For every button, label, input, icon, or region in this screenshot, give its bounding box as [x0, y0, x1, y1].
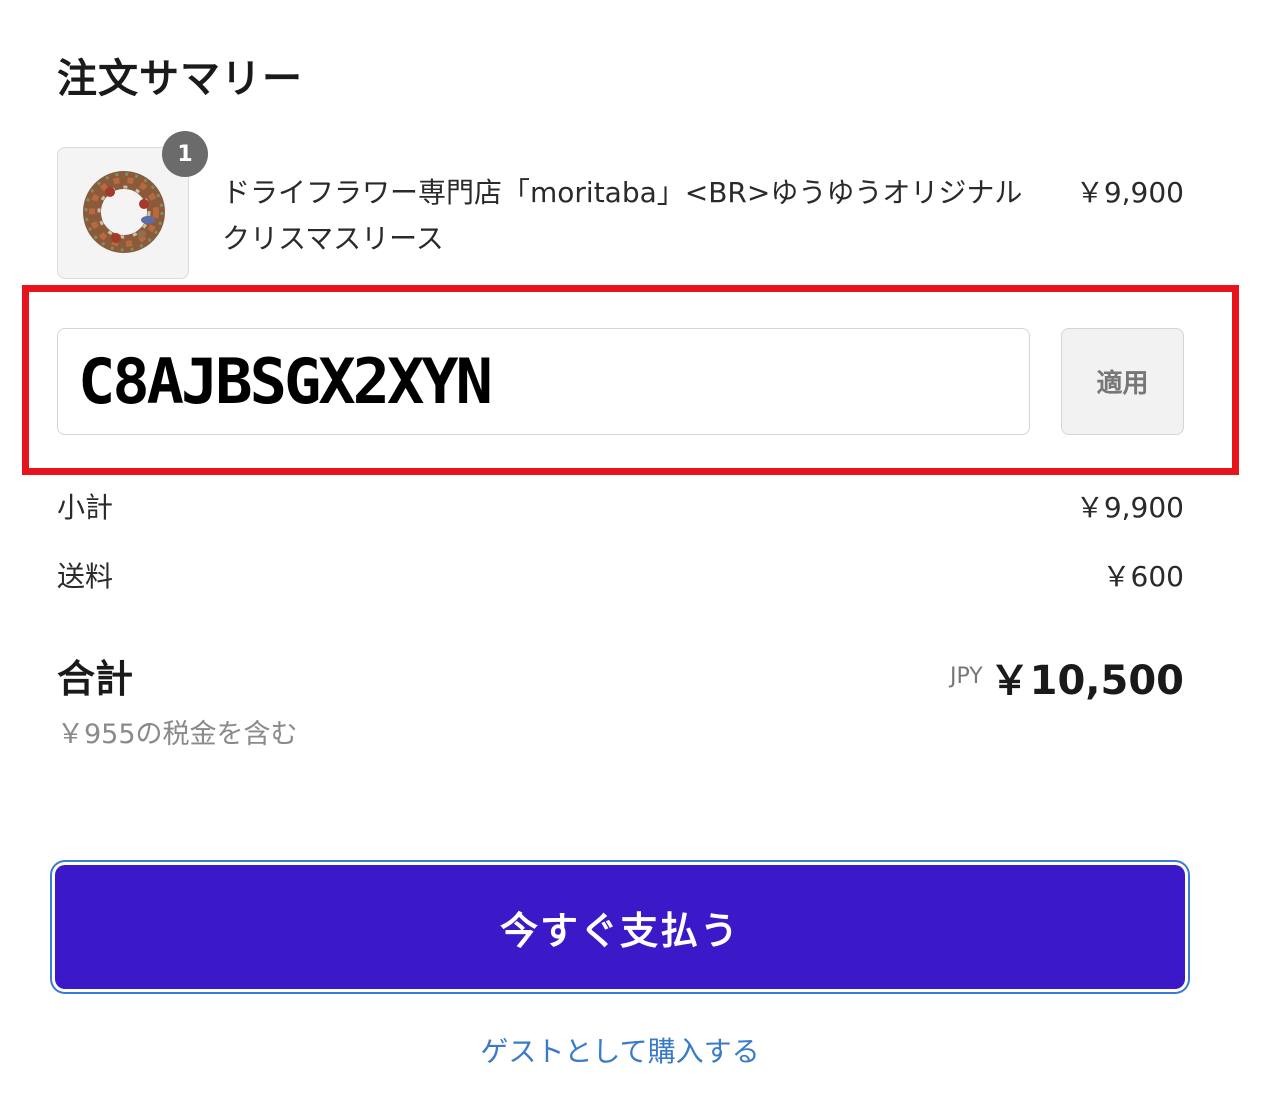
product-thumbnail: 1	[57, 131, 208, 279]
quantity-badge: 1	[162, 131, 208, 177]
subtotal-value: ￥9,900	[1075, 491, 1184, 524]
product-name: ドライフラワー専門店「moritaba」<BR>ゆうゆうオリジナル クリスマスリ…	[222, 176, 1051, 255]
guest-checkout-link[interactable]: ゲストとして購入する	[0, 1030, 1240, 1070]
shipping-label: 送料	[57, 560, 114, 593]
apply-discount-button[interactable]: 適用	[1061, 328, 1184, 435]
total-label: 合計	[57, 657, 134, 701]
order-summary-page: 注文サマリー 1 ドライフラワー専門店「moritaba」<BR>ゆうゆうオリジ…	[0, 0, 1279, 1118]
currency-code: JPY	[950, 664, 983, 689]
pay-now-button[interactable]: 今すぐ支払う	[55, 865, 1185, 989]
shipping-value: ￥600	[1102, 560, 1184, 593]
wreath-image	[83, 171, 165, 253]
product-price: ￥9,900	[1075, 176, 1184, 209]
page-title: 注文サマリー	[57, 56, 303, 102]
subtotal-label: 小計	[57, 491, 114, 524]
discount-code-input[interactable]	[57, 328, 1030, 435]
total-value: ￥10,500	[989, 658, 1184, 704]
tax-note: ￥955の税金を含む	[57, 719, 298, 750]
